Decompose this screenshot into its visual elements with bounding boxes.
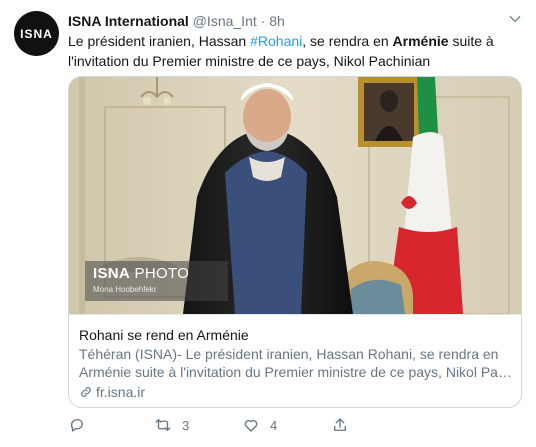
tweet-text: Le président iranien, Hassan #Rohani, se…: [68, 31, 520, 71]
watermark-title: ISNA PHOTO: [93, 265, 189, 282]
tweet-time[interactable]: 8h: [269, 13, 285, 29]
share-button[interactable]: [331, 416, 359, 434]
reply-icon: [70, 419, 83, 432]
card-description: Téhéran (ISNA)- Le président iranien, Ha…: [79, 345, 515, 381]
author-name[interactable]: ISNA International: [68, 13, 189, 29]
author-handle[interactable]: @Isna_Int: [193, 13, 257, 29]
watermark-thin: PHOTO: [130, 265, 190, 282]
tweet-actions: 3 4: [68, 416, 520, 436]
watermark-bold: ISNA: [93, 265, 131, 282]
card-description-line: Téhéran (ISNA)- Le président iranien, Ha…: [79, 346, 499, 362]
like-count: 4: [270, 417, 278, 433]
card-title: Rohani se rend en Arménie: [79, 327, 249, 343]
avatar[interactable]: ISNA: [14, 11, 59, 56]
separator: ·: [260, 13, 266, 29]
watermark-credit: Mona Hoobehfekr: [93, 285, 157, 294]
tweet-text-bold: Arménie: [392, 33, 449, 49]
card-description-line: Arménie suite à l'invitation du Premier …: [79, 364, 515, 380]
share-icon: [334, 418, 346, 431]
retweet-count: 3: [182, 417, 190, 433]
retweet-icon: [155, 419, 171, 431]
chevron-down-icon[interactable]: [508, 12, 522, 26]
like-icon: [244, 420, 258, 432]
card-image[interactable]: ISNA PHOTO Mona Hoobehfekr: [69, 77, 521, 314]
like-button[interactable]: 4: [242, 416, 277, 434]
link-card[interactable]: ISNA PHOTO Mona Hoobehfekr Rohani se ren…: [68, 76, 522, 408]
tweet-text-part: , se rendra en: [302, 33, 393, 49]
card-domain-text: fr.isna.ir: [96, 384, 146, 400]
photo-watermark: ISNA PHOTO Mona Hoobehfekr: [85, 261, 228, 301]
retweet-button[interactable]: 3: [154, 416, 189, 434]
hashtag-link[interactable]: #Rohani: [250, 33, 302, 49]
tweet[interactable]: ISNA ISNA International @Isna_Int · 8h L…: [0, 0, 536, 447]
card-domain: fr.isna.ir: [79, 383, 145, 401]
tweet-text-part: Le président iranien, Hassan: [68, 33, 251, 49]
tweet-header: ISNA International @Isna_Int · 8h: [68, 12, 285, 30]
link-icon: [81, 387, 91, 397]
card-body[interactable]: Rohani se rend en Arménie Téhéran (ISNA)…: [69, 314, 521, 407]
reply-button[interactable]: [68, 416, 96, 434]
avatar-logo-text: ISNA: [20, 26, 53, 41]
